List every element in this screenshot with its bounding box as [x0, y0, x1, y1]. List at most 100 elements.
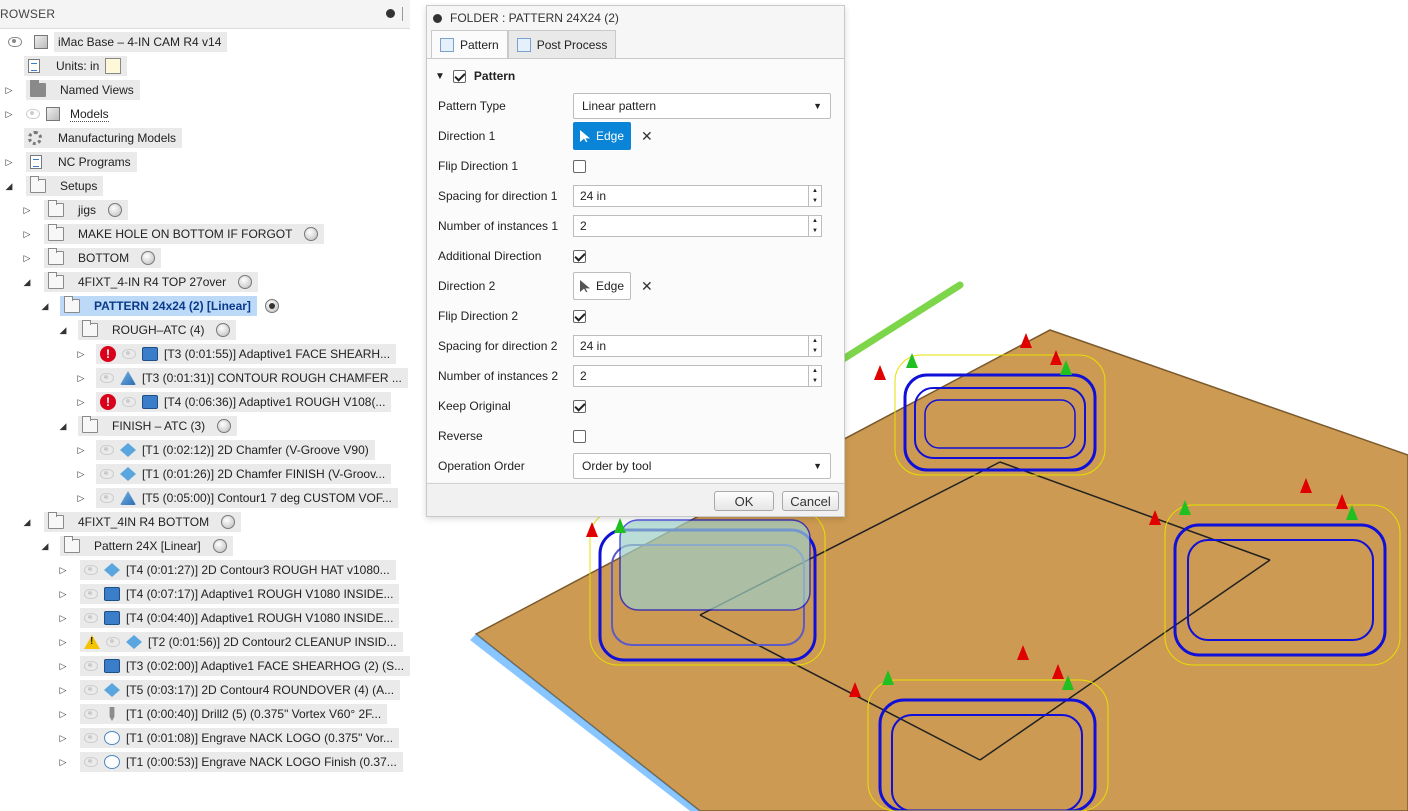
pin-icon[interactable]: [386, 9, 395, 18]
close-icon[interactable]: [433, 13, 442, 23]
operation-row[interactable]: ▷ ! [T4 (0:06:36)] Adaptive1 ROUGH V108(.…: [76, 391, 392, 413]
spinner-arrows-icon[interactable]: ▲ ▼: [808, 216, 821, 236]
expand-arrow-icon[interactable]: ▷: [58, 751, 68, 773]
visibility-eye-icon[interactable]: [84, 589, 98, 599]
expand-arrow-icon[interactable]: ▷: [4, 151, 14, 173]
tab-pattern[interactable]: Pattern: [431, 30, 508, 58]
flip-direction-1-checkbox[interactable]: [573, 159, 586, 173]
visibility-eye-icon[interactable]: [84, 613, 98, 623]
direction-1-edge-selector[interactable]: Edge: [573, 122, 632, 150]
collapse-arrow-icon[interactable]: ◢: [40, 535, 50, 557]
operation-order-select[interactable]: Order by tool ▼: [573, 453, 831, 479]
pattern-24x[interactable]: ◢ Pattern 24X [Linear]: [40, 535, 233, 557]
collapse-arrow-icon[interactable]: ◢: [4, 175, 14, 197]
operation-row[interactable]: ▷ [T1 (0:01:08)] Engrave NACK LOGO (0.37…: [58, 727, 400, 749]
expand-arrow-icon[interactable]: ▷: [58, 727, 68, 749]
spinner-arrows-icon[interactable]: ▲ ▼: [808, 186, 821, 206]
collapse-arrow-icon[interactable]: ◢: [22, 271, 32, 293]
operation-row[interactable]: ▷ [T2 (0:01:56)] 2D Contour2 CLEANUP INS…: [58, 631, 403, 653]
setup-top-27over[interactable]: ◢ 4FIXT_4-IN R4 TOP 27over: [22, 271, 259, 293]
operation-row[interactable]: ▷ [T3 (0:01:31)] CONTOUR ROUGH CHAMFER .…: [76, 367, 408, 389]
collapse-arrow-icon[interactable]: ◢: [40, 295, 50, 317]
expand-arrow-icon[interactable]: ▷: [58, 703, 68, 725]
tree-item-nc-programs[interactable]: ▷ NC Programs: [4, 151, 137, 173]
activate-icon[interactable]: [216, 323, 231, 337]
activate-setup-icon[interactable]: [141, 251, 156, 265]
pattern-section-header[interactable]: ▼ Pattern: [435, 69, 515, 83]
visibility-eye-icon[interactable]: [100, 445, 114, 455]
spinner-arrows-icon[interactable]: ▲ ▼: [808, 336, 821, 356]
expand-arrow-icon[interactable]: ▷: [22, 199, 32, 221]
spacing-1-input[interactable]: 24 in ▲ ▼: [573, 185, 822, 207]
expand-arrow-icon[interactable]: ▷: [58, 655, 68, 677]
visibility-eye-icon[interactable]: [122, 397, 136, 407]
operation-row[interactable]: ▷ [T1 (0:01:26)] 2D Chamfer FINISH (V-Gr…: [76, 463, 392, 485]
expand-arrow-icon[interactable]: ▷: [76, 487, 86, 509]
active-radio-icon[interactable]: [264, 299, 279, 313]
activate-icon[interactable]: [217, 419, 232, 433]
expand-arrow-icon[interactable]: ▷: [76, 439, 86, 461]
activate-icon[interactable]: [212, 539, 227, 553]
additional-direction-checkbox[interactable]: [573, 249, 586, 263]
visibility-eye-icon[interactable]: [8, 37, 22, 47]
visibility-eye-icon[interactable]: [106, 637, 120, 647]
activate-setup-icon[interactable]: [108, 203, 123, 217]
collapse-section-icon[interactable]: ▼: [435, 71, 445, 82]
collapse-arrow-icon[interactable]: ◢: [58, 415, 68, 437]
keep-original-checkbox[interactable]: [573, 399, 586, 413]
operation-row[interactable]: ▷ [T5 (0:03:17)] 2D Contour4 ROUNDOVER (…: [58, 679, 401, 701]
tree-item-setups[interactable]: ◢ Setups: [4, 175, 104, 197]
operation-row[interactable]: ▷ [T3 (0:02:00)] Adaptive1 FACE SHEARHOG…: [58, 655, 411, 677]
visibility-eye-icon[interactable]: [84, 709, 98, 719]
expand-arrow-icon[interactable]: ▷: [58, 679, 68, 701]
operation-row[interactable]: ▷ [T4 (0:07:17)] Adaptive1 ROUGH V1080 I…: [58, 583, 400, 605]
spacing-2-input[interactable]: 24 in ▲ ▼: [573, 335, 822, 357]
setup-jigs[interactable]: ▷ jigs: [22, 199, 129, 221]
expand-arrow-icon[interactable]: ▷: [22, 223, 32, 245]
activate-setup-icon[interactable]: [238, 275, 253, 289]
expand-arrow-icon[interactable]: ▷: [58, 559, 68, 581]
expand-arrow-icon[interactable]: ▷: [76, 367, 86, 389]
visibility-eye-icon[interactable]: [100, 373, 114, 383]
instances-2-input[interactable]: 2 ▲ ▼: [573, 365, 822, 387]
expand-arrow-icon[interactable]: ▷: [58, 583, 68, 605]
visibility-eye-icon[interactable]: [100, 469, 114, 479]
tree-item-models[interactable]: ▷ Models: [4, 103, 109, 125]
expand-arrow-icon[interactable]: ▷: [58, 631, 68, 653]
cancel-button[interactable]: Cancel: [782, 491, 839, 511]
pattern-type-select[interactable]: Linear pattern ▼: [573, 93, 831, 119]
folder-rough-atc[interactable]: ◢ ROUGH–ATC (4): [58, 319, 237, 341]
pattern-24x24-selected[interactable]: ◢ PATTERN 24x24 (2) [Linear]: [40, 295, 279, 317]
operation-row[interactable]: ▷ [T5 (0:05:00)] Contour1 7 deg CUSTOM V…: [76, 487, 398, 509]
setup-bottom[interactable]: ▷ BOTTOM: [22, 247, 162, 269]
spinner-arrows-icon[interactable]: ▲ ▼: [808, 366, 821, 386]
expand-arrow-icon[interactable]: ▷: [58, 607, 68, 629]
expand-arrow-icon[interactable]: ▷: [76, 343, 86, 365]
folder-finish-atc[interactable]: ◢ FINISH – ATC (3): [58, 415, 238, 437]
expand-arrow-icon[interactable]: ▷: [22, 247, 32, 269]
units-row[interactable]: Units: in: [24, 55, 128, 77]
visibility-eye-icon[interactable]: [84, 733, 98, 743]
dialog-title-bar[interactable]: FOLDER : PATTERN 24X24 (2): [427, 6, 844, 30]
visibility-eye-icon[interactable]: [84, 757, 98, 767]
visibility-eye-icon[interactable]: [84, 565, 98, 575]
direction-2-edge-selector[interactable]: Edge: [573, 272, 632, 300]
setup-make-hole[interactable]: ▷ MAKE HOLE ON BOTTOM IF FORGOT: [22, 223, 325, 245]
tree-item-manufacturing-models[interactable]: Manufacturing Models: [24, 127, 183, 149]
instances-1-input[interactable]: 2 ▲ ▼: [573, 215, 822, 237]
pattern-enabled-checkbox[interactable]: [452, 69, 466, 83]
operation-row[interactable]: ▷ [T4 (0:01:27)] 2D Contour3 ROUGH HAT v…: [58, 559, 396, 581]
visibility-eye-icon[interactable]: [100, 493, 114, 503]
visibility-eye-icon[interactable]: [84, 685, 98, 695]
operation-row[interactable]: ▷ [T4 (0:04:40)] Adaptive1 ROUGH V1080 I…: [58, 607, 400, 629]
expand-arrow-icon[interactable]: ▷: [76, 463, 86, 485]
browser-root[interactable]: iMac Base – 4-IN CAM R4 v14: [8, 31, 228, 53]
expand-arrow-icon[interactable]: ▷: [76, 391, 86, 413]
flip-direction-2-checkbox[interactable]: [573, 309, 586, 323]
tree-item-named-views[interactable]: ▷ Named Views: [4, 79, 140, 101]
visibility-eye-icon[interactable]: [122, 349, 136, 359]
operation-row[interactable]: ▷ [T1 (0:00:53)] Engrave NACK LOGO Finis…: [58, 751, 403, 773]
operation-row[interactable]: ▷ [T1 (0:00:40)] Drill2 (5) (0.375" Vort…: [58, 703, 388, 725]
edit-units-icon[interactable]: [105, 58, 122, 74]
expand-arrow-icon[interactable]: ▷: [4, 103, 14, 125]
